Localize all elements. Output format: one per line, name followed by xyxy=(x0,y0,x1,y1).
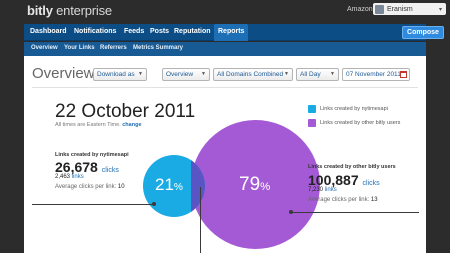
nytimes-stat-label: Links created by nytimesapi xyxy=(55,152,129,158)
nav-posts[interactable]: Posts xyxy=(150,28,169,35)
timezone-change-link[interactable]: change xyxy=(122,122,141,128)
bitly-logo[interactable]: bitly enterprise xyxy=(27,3,112,18)
date-input[interactable]: 07 November 2011 xyxy=(342,68,410,81)
main-nav: Dashboard Notifications Feeds Posts Repu… xyxy=(24,24,444,41)
page-title: Overview xyxy=(32,65,95,82)
subnav-your-links[interactable]: Your Links xyxy=(64,45,95,51)
nytimes-clicks: 26,678 clicks xyxy=(55,159,119,175)
others-stat-label: Links created by other bitly users xyxy=(308,164,396,170)
nav-feeds[interactable]: Feeds xyxy=(124,28,144,35)
org-label[interactable]: Amazon xyxy=(347,6,373,13)
chevron-down-icon: ▼ xyxy=(284,71,289,77)
chevron-down-icon: ▾ xyxy=(438,6,442,13)
nav-dashboard[interactable]: Dashboard xyxy=(30,28,67,35)
chevron-down-icon: ▼ xyxy=(330,71,335,77)
user-menu[interactable]: Eranism ▾ xyxy=(373,3,446,15)
sub-nav: Overview Your Links Referrers Metrics Su… xyxy=(24,42,426,56)
circle-overlap xyxy=(191,155,205,217)
download-select[interactable]: Download as ▼ xyxy=(93,68,147,81)
subnav-referrers[interactable]: Referrers xyxy=(100,45,127,51)
nav-reports[interactable]: Reports xyxy=(214,24,249,41)
nav-reputation[interactable]: Reputation xyxy=(174,28,211,35)
time-select[interactable]: All Day ▼ xyxy=(296,68,339,81)
legend-item-nytimes: Links created by nytimesapi xyxy=(308,105,388,113)
left-connector-dot xyxy=(152,202,156,206)
nytimes-avg-clicks: Average clicks per link: 10 xyxy=(55,184,125,190)
right-connector-dot xyxy=(289,210,293,214)
report-date: 22 October 2011 xyxy=(55,101,196,122)
subnav-metrics-summary[interactable]: Metrics Summary xyxy=(133,45,183,51)
others-avg-clicks: Average clicks per link: 13 xyxy=(308,197,378,203)
others-links: 7,230 links xyxy=(308,187,337,193)
others-clicks: 100,887 clicks xyxy=(308,172,380,188)
nytimes-links: 2,463 links xyxy=(55,174,84,180)
user-name: Eranism xyxy=(387,5,413,13)
right-connector-line xyxy=(291,212,419,213)
others-percent: 79% xyxy=(239,174,271,195)
subnav-overview[interactable]: Overview xyxy=(31,45,58,51)
divider xyxy=(32,87,418,88)
timezone-note: All times are Eastern Time. change xyxy=(55,122,142,128)
chevron-down-icon: ▼ xyxy=(201,71,206,77)
nytimes-percent: 21% xyxy=(155,175,183,194)
nav-notifications[interactable]: Notifications xyxy=(74,28,116,35)
legend-item-others: Links created by other bitly users xyxy=(308,119,400,127)
legend-swatch xyxy=(308,105,316,113)
center-connector-line xyxy=(200,187,201,253)
domain-select[interactable]: All Domains Combined ▼ xyxy=(213,68,293,81)
avatar xyxy=(375,4,384,14)
chevron-down-icon: ▼ xyxy=(138,71,143,77)
view-select[interactable]: Overview ▼ xyxy=(162,68,210,81)
left-connector-line xyxy=(32,204,154,205)
calendar-icon[interactable] xyxy=(400,71,407,78)
overview-panel: Overview Download as ▼ Overview ▼ All Doma… xyxy=(24,56,426,253)
top-bar: bitly enterprise Amazon Eranism ▾ xyxy=(24,0,446,22)
compose-button[interactable]: Compose xyxy=(402,26,444,39)
legend-swatch xyxy=(308,119,316,127)
